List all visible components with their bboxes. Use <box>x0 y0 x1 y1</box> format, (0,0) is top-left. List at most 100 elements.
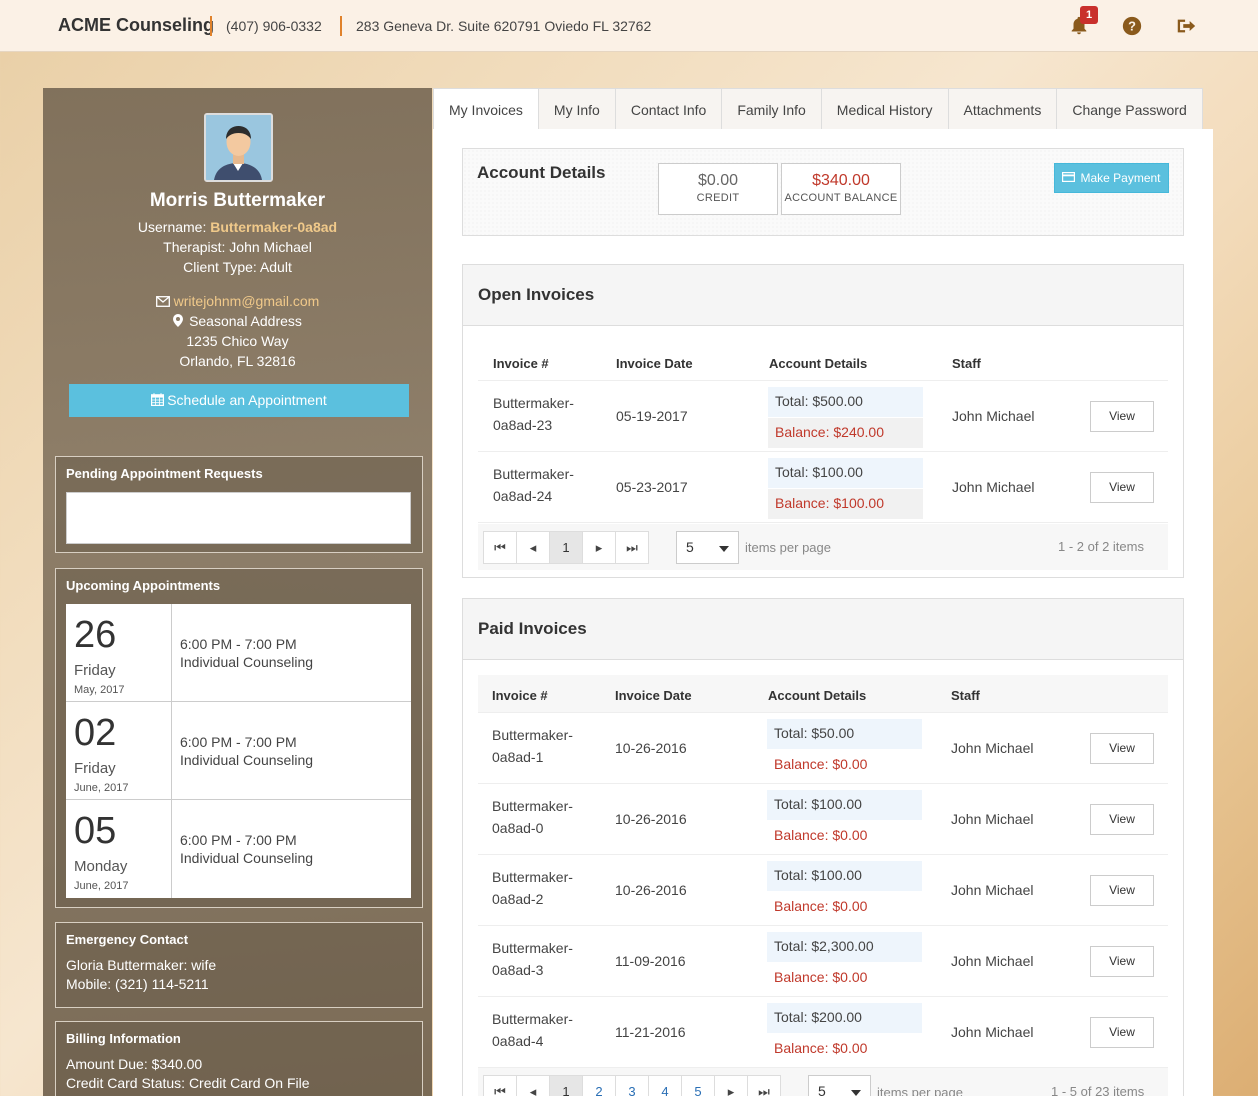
column-header-invoice[interactable]: Invoice # <box>493 356 549 371</box>
view-invoice-button[interactable]: View <box>1090 472 1154 503</box>
separator <box>210 16 212 36</box>
view-invoice-button[interactable]: View <box>1090 804 1154 835</box>
invoice-total: Total: $2,300.00 <box>767 932 922 962</box>
profile-tabs: My Invoices My Info Contact Info Family … <box>433 88 1203 130</box>
tab-my-invoices[interactable]: My Invoices <box>433 88 538 130</box>
tab-change-password[interactable]: Change Password <box>1056 88 1203 130</box>
column-header-invoice[interactable]: Invoice # <box>492 688 548 703</box>
invoice-date: 10-26-2016 <box>615 882 687 898</box>
chevron-down-icon <box>719 546 729 552</box>
page-button[interactable]: 1 <box>549 531 583 564</box>
last-page-icon[interactable]: ⏭ <box>615 531 649 564</box>
schedule-appointment-button[interactable]: Schedule an Appointment <box>69 384 409 417</box>
table-row: Buttermaker- 0a8ad-23 05-19-2017 Total: $… <box>478 381 1168 452</box>
make-payment-label: Make Payment <box>1080 171 1161 185</box>
tab-medical-history[interactable]: Medical History <box>820 88 948 130</box>
appointment-month-year: June, 2017 <box>74 782 129 794</box>
invoice-number: Buttermaker- 0a8ad-4 <box>492 1011 573 1049</box>
column-header-staff[interactable]: Staff <box>951 688 980 703</box>
invoice-total: Total: $50.00 <box>767 719 922 749</box>
tab-my-info[interactable]: My Info <box>537 88 615 130</box>
pending-requests-title: Pending Appointment Requests <box>66 466 263 481</box>
tab-family-info[interactable]: Family Info <box>721 88 821 130</box>
account-balance-stat: $340.00 ACCOUNT BALANCE <box>781 163 901 215</box>
billing-amount-due: Amount Due: $340.00 <box>66 1056 203 1072</box>
logout-icon[interactable] <box>1174 14 1198 38</box>
open-invoices-title: Open Invoices <box>463 265 1183 326</box>
account-balance-value: $340.00 <box>812 172 870 189</box>
column-header-account[interactable]: Account Details <box>769 356 867 371</box>
column-header-staff[interactable]: Staff <box>952 356 981 371</box>
upcoming-appointments-title: Upcoming Appointments <box>66 578 221 593</box>
invoice-staff: John Michael <box>951 811 1034 827</box>
column-header-date[interactable]: Invoice Date <box>616 356 693 371</box>
paid-invoices-panel: Paid Invoices Invoice # Invoice Date Acc… <box>462 598 1184 1096</box>
page-button[interactable]: 1 <box>549 1075 583 1096</box>
view-invoice-button[interactable]: View <box>1090 946 1154 977</box>
first-page-icon[interactable]: ⏮ <box>483 531 517 564</box>
upcoming-appointments-panel: Upcoming Appointments 26 Friday May, 201… <box>55 568 423 908</box>
appointment-time: 6:00 PM - 7:00 PM <box>180 832 297 848</box>
appointment-card[interactable]: 26 Friday May, 2017 6:00 PM - 7:00 PM In… <box>66 604 411 702</box>
invoice-number: Buttermaker- 0a8ad-1 <box>492 727 573 765</box>
page-size-select[interactable]: 5 <box>676 531 739 564</box>
appointment-type: Individual Counseling <box>180 654 314 670</box>
map-marker-icon <box>173 314 184 330</box>
invoice-number: Buttermaker- 0a8ad-23 <box>493 395 574 433</box>
email-link[interactable]: writejohnm@gmail.com <box>174 293 320 309</box>
view-invoice-button[interactable]: View <box>1090 733 1154 764</box>
page-size-select[interactable]: 5 <box>808 1075 871 1096</box>
invoice-total: Total: $500.00 <box>768 387 923 417</box>
calendar-icon <box>151 385 165 418</box>
items-per-page-label: items per page <box>877 1085 963 1096</box>
notification-badge: 1 <box>1080 6 1098 24</box>
make-payment-button[interactable]: Make Payment <box>1054 163 1169 193</box>
last-page-icon[interactable]: ⏭ <box>747 1075 781 1096</box>
divider <box>171 800 172 898</box>
invoice-total: Total: $100.00 <box>768 458 923 488</box>
next-page-icon[interactable]: ▸ <box>582 531 616 564</box>
view-invoice-button[interactable]: View <box>1090 875 1154 906</box>
next-page-icon[interactable]: ▸ <box>714 1075 748 1096</box>
invoice-total: Total: $100.00 <box>767 790 922 820</box>
invoice-date: 11-21-2016 <box>615 1024 686 1040</box>
invoice-number: Buttermaker- 0a8ad-3 <box>492 940 573 978</box>
appointment-weekday: Friday <box>74 760 116 777</box>
separator <box>340 16 342 36</box>
invoice-date: 05-23-2017 <box>616 479 688 495</box>
view-invoice-button[interactable]: View <box>1090 401 1154 432</box>
brand-name[interactable]: ACME Counseling <box>58 15 214 36</box>
first-page-icon[interactable]: ⏮ <box>483 1075 517 1096</box>
page-size-value: 5 <box>686 539 694 555</box>
column-header-date[interactable]: Invoice Date <box>615 688 692 703</box>
schedule-button-label: Schedule an Appointment <box>167 392 327 408</box>
appointment-card[interactable]: 05 Monday June, 2017 6:00 PM - 7:00 PM I… <box>66 800 411 898</box>
page-button[interactable]: 4 <box>648 1075 682 1096</box>
page-button[interactable]: 5 <box>681 1075 715 1096</box>
invoice-balance: Balance: $0.00 <box>774 756 868 772</box>
invoice-number: Buttermaker- 0a8ad-24 <box>493 466 574 504</box>
prev-page-icon[interactable]: ◂ <box>516 531 550 564</box>
billing-info-panel: Billing Information Amount Due: $340.00 … <box>55 1021 423 1096</box>
page-button[interactable]: 2 <box>582 1075 616 1096</box>
invoices-content: Account Details $0.00 CREDIT $340.00 ACC… <box>433 129 1213 1096</box>
prev-page-icon[interactable]: ◂ <box>516 1075 550 1096</box>
address-city: Orlando, FL 32816 <box>179 353 296 369</box>
appointment-weekday: Friday <box>74 662 116 679</box>
page-button[interactable]: 3 <box>615 1075 649 1096</box>
tab-attachments[interactable]: Attachments <box>947 88 1057 130</box>
column-header-account[interactable]: Account Details <box>768 688 866 703</box>
appointment-card[interactable]: 02 Friday June, 2017 6:00 PM - 7:00 PM I… <box>66 702 411 800</box>
top-navbar: ACME Counseling (407) 906-0332 283 Genev… <box>0 0 1258 52</box>
pager-summary: 1 - 2 of 2 items <box>1058 539 1144 554</box>
credit-stat: $0.00 CREDIT <box>658 163 778 215</box>
help-icon[interactable]: ? <box>1120 14 1144 38</box>
credit-card-icon <box>1062 171 1076 185</box>
pagination: ⏮ ◂ 1 ▸ ⏭ 5 items per page 1 - 2 of 2 it… <box>478 524 1168 570</box>
invoice-balance: Balance: $0.00 <box>774 969 868 985</box>
avatar <box>204 113 273 182</box>
pending-requests-list <box>66 492 411 544</box>
view-invoice-button[interactable]: View <box>1090 1017 1154 1048</box>
invoice-date: 10-26-2016 <box>615 811 687 827</box>
tab-contact-info[interactable]: Contact Info <box>614 88 722 130</box>
